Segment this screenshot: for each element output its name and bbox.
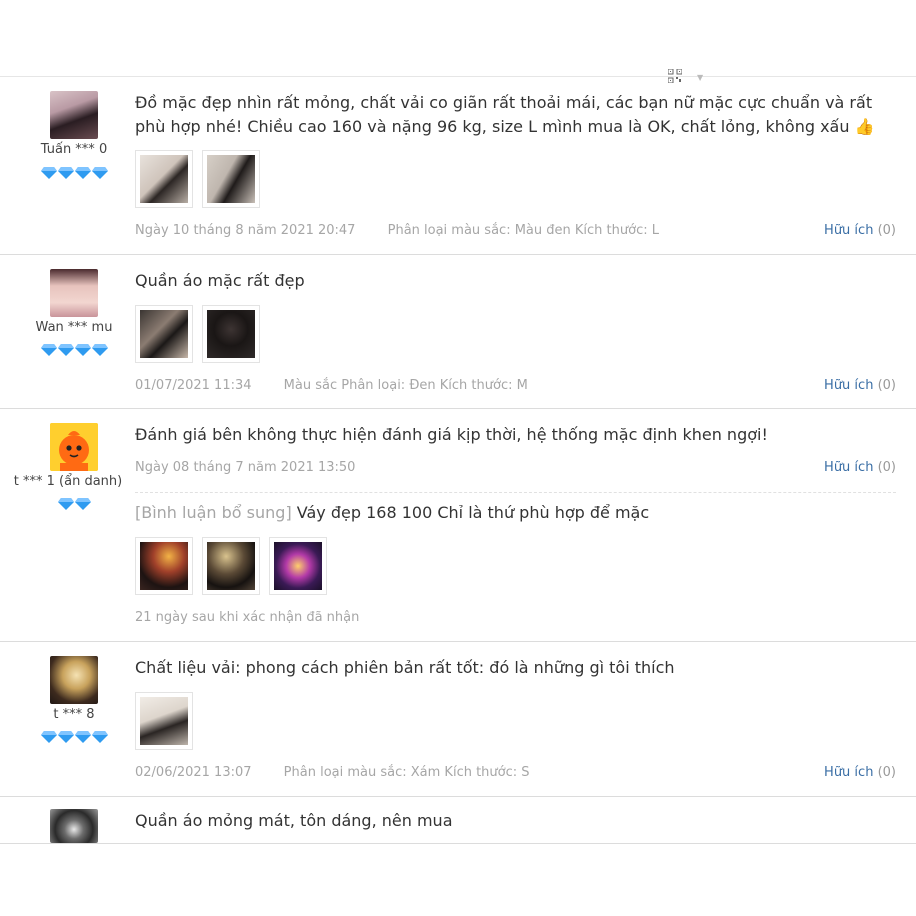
gem-rating xyxy=(0,498,148,510)
helpful-count: (0) xyxy=(877,460,896,475)
diamond-icon xyxy=(40,344,57,356)
review-photos xyxy=(135,537,327,595)
review-meta: Ngày 08 tháng 7 năm 2021 13:50 xyxy=(135,460,355,475)
review-sku: Phân loại màu sắc: Xám Kích thước: S xyxy=(283,765,530,780)
review-item: t *** 8 Chất liệu vải: phong cách phiên … xyxy=(0,642,916,797)
diamond-icon xyxy=(40,167,57,179)
review-photos xyxy=(135,305,260,363)
append-divider xyxy=(135,492,896,493)
username: Tuấn *** 0 xyxy=(40,142,108,157)
avatar xyxy=(50,656,98,704)
review-sku: Phân loại màu sắc: Màu đen Kích thước: L xyxy=(387,223,659,238)
helpful-count: (0) xyxy=(877,378,896,393)
review-text: Quần áo mỏng mát, tôn dáng, nên mua xyxy=(135,811,453,830)
diamond-icon xyxy=(91,344,108,356)
avatar xyxy=(50,269,98,317)
helpful-button[interactable]: Hữu ích (0) xyxy=(824,223,896,238)
diamond-icon xyxy=(40,731,57,743)
diamond-icon xyxy=(57,167,74,179)
helpful-button[interactable]: Hữu ích (0) xyxy=(824,378,896,393)
diamond-icon xyxy=(91,167,108,179)
review-photos xyxy=(135,692,193,750)
review-photo-thumbnail[interactable] xyxy=(202,537,260,595)
review-photos xyxy=(135,150,260,208)
review-item: Quần áo mỏng mát, tôn dáng, nên mua xyxy=(0,797,916,844)
helpful-label[interactable]: Hữu ích xyxy=(824,460,873,475)
review-date: 01/07/2021 11:34 xyxy=(135,378,252,393)
diamond-icon xyxy=(57,498,74,510)
review-date: 02/06/2021 13:07 xyxy=(135,765,252,780)
review-text: Quần áo mặc rất đẹp xyxy=(135,271,305,290)
review-date: Ngày 10 tháng 8 năm 2021 20:47 xyxy=(135,223,356,238)
review-photo-thumbnail[interactable] xyxy=(135,537,193,595)
review-photo-thumbnail[interactable] xyxy=(202,150,260,208)
username: t *** 1 (ẩn danh) xyxy=(13,474,123,489)
review-photo-thumbnail[interactable] xyxy=(269,537,327,595)
helpful-count: (0) xyxy=(877,765,896,780)
username: Wan *** mu xyxy=(35,320,113,335)
diamond-icon xyxy=(91,731,108,743)
review-photo-thumbnail[interactable] xyxy=(202,305,260,363)
username: t *** 8 xyxy=(53,707,95,722)
gem-rating xyxy=(0,344,148,356)
diamond-icon xyxy=(57,731,74,743)
append-text: Váy đẹp 168 100 Chỉ là thứ phù hợp để mặ… xyxy=(296,503,650,522)
review-meta: Ngày 10 tháng 8 năm 2021 20:47 Phân loại… xyxy=(135,223,659,238)
review-text: Chất liệu vải: phong cách phiên bản rất … xyxy=(135,658,675,677)
avatar xyxy=(50,91,98,139)
review-photo-thumbnail[interactable] xyxy=(135,692,193,750)
avatar xyxy=(50,809,98,843)
review-text: Đồ mặc đẹp nhìn rất mỏng, chất vải co gi… xyxy=(135,93,875,136)
helpful-label[interactable]: Hữu ích xyxy=(824,223,873,238)
helpful-count: (0) xyxy=(877,223,896,238)
helpful-button[interactable]: Hữu ích (0) xyxy=(824,765,896,780)
review-text: Đánh giá bên không thực hiện đánh giá kị… xyxy=(135,425,768,444)
gem-rating xyxy=(0,731,148,743)
helpful-button[interactable]: Hữu ích (0) xyxy=(824,460,896,475)
review-date: Ngày 08 tháng 7 năm 2021 13:50 xyxy=(135,460,356,475)
append-tag: [Bình luận bổ sung] xyxy=(135,503,292,522)
review-meta: 01/07/2021 11:34 Màu sắc Phân loại: Đen … xyxy=(135,378,528,393)
diamond-icon xyxy=(74,498,91,510)
review-item: Wan *** mu Quần áo mặc rất đẹp 01/07/202… xyxy=(0,255,916,409)
diamond-icon xyxy=(74,731,91,743)
helpful-label[interactable]: Hữu ích xyxy=(824,765,873,780)
review-item: t *** 1 (ẩn danh) Đánh giá bên không thự… xyxy=(0,409,916,642)
diamond-icon xyxy=(74,167,91,179)
mascot-icon xyxy=(50,423,98,471)
avatar xyxy=(50,423,98,471)
review-photo-thumbnail[interactable] xyxy=(135,305,193,363)
append-review: [Bình luận bổ sung] Váy đẹp 168 100 Chỉ … xyxy=(135,503,649,522)
review-item: Tuấn *** 0 Đồ mặc đẹp nhìn rất mỏng, chấ… xyxy=(0,77,916,255)
diamond-icon xyxy=(74,344,91,356)
review-sku: Màu sắc Phân loại: Đen Kích thước: M xyxy=(283,378,528,393)
append-time: 21 ngày sau khi xác nhận đã nhận xyxy=(135,610,360,625)
helpful-label[interactable]: Hữu ích xyxy=(824,378,873,393)
review-photo-thumbnail[interactable] xyxy=(135,150,193,208)
gem-rating xyxy=(0,167,148,179)
diamond-icon xyxy=(57,344,74,356)
review-meta: 02/06/2021 13:07 Phân loại màu sắc: Xám … xyxy=(135,765,530,780)
